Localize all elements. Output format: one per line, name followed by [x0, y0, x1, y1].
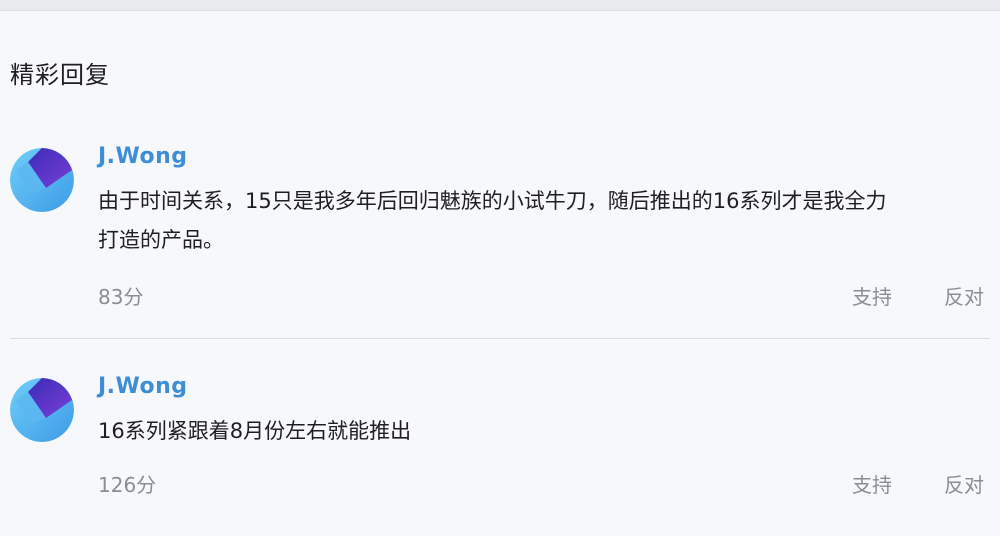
comment-text-line: 由于时间关系，15只是我多年后回归魅族的小试牛刀，随后推出的16系列才是我全力: [98, 189, 887, 213]
flyme-logo-icon: [10, 378, 74, 442]
section-title: 精彩回复: [10, 61, 110, 89]
top-strip: [0, 0, 1000, 11]
author-name[interactable]: J.Wong: [98, 142, 188, 172]
comment-text-line: 16系列紧跟着8月份左右就能推出: [98, 419, 412, 443]
flyme-logo-icon: [10, 148, 74, 212]
score: 126分: [98, 473, 157, 497]
comment-text-line: 打造的产品。: [98, 228, 224, 252]
comment-item: J.Wong 16系列紧跟着8月份左右就能推出 126分 支持 反对: [0, 370, 1000, 536]
author-name[interactable]: J.Wong: [98, 372, 188, 402]
comment-text: 16系列紧跟着8月份左右就能推出: [98, 412, 988, 451]
comment-item: J.Wong 由于时间关系，15只是我多年后回归魅族的小试牛刀，随后推出的16系…: [0, 140, 1000, 340]
oppose-button[interactable]: 反对: [944, 470, 984, 500]
comment-text: 由于时间关系，15只是我多年后回归魅族的小试牛刀，随后推出的16系列才是我全力 …: [98, 182, 988, 260]
avatar[interactable]: [10, 378, 74, 442]
score: 83分: [98, 285, 144, 309]
divider: [10, 338, 990, 339]
avatar[interactable]: [10, 148, 74, 212]
oppose-button[interactable]: 反对: [944, 282, 984, 312]
support-button[interactable]: 支持: [852, 470, 892, 500]
support-button[interactable]: 支持: [852, 282, 892, 312]
